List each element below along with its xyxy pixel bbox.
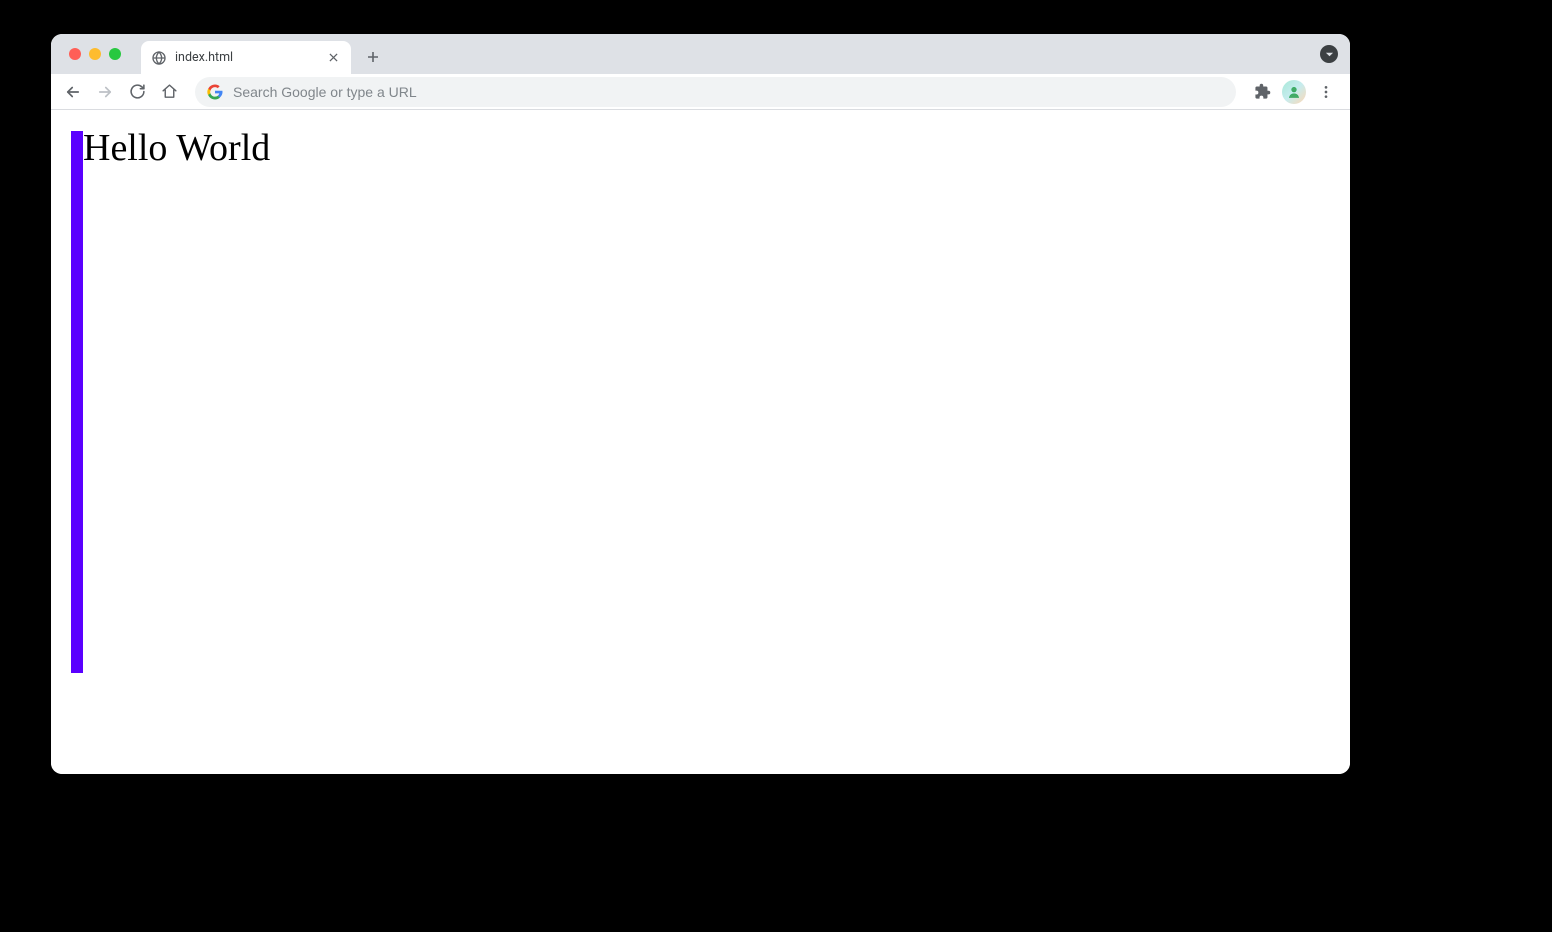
tab-search-button[interactable] <box>1320 45 1338 63</box>
new-tab-button[interactable] <box>359 43 387 71</box>
globe-icon <box>151 50 167 66</box>
browser-window: index.html <box>51 34 1350 774</box>
window-minimize-button[interactable] <box>89 48 101 60</box>
page-viewport: Hello World <box>51 110 1350 774</box>
page-content-row: Hello World <box>71 131 1330 673</box>
tab-strip: index.html <box>51 34 1350 74</box>
google-icon <box>207 84 223 100</box>
browser-tab[interactable]: index.html <box>141 41 351 74</box>
window-close-button[interactable] <box>69 48 81 60</box>
forward-button[interactable] <box>91 78 119 106</box>
tab-close-button[interactable] <box>325 50 341 66</box>
tab-title: index.html <box>175 50 325 65</box>
page-body: Hello World <box>51 110 1350 774</box>
tab-strip-right <box>1320 34 1338 74</box>
address-bar[interactable] <box>195 77 1236 107</box>
profile-avatar[interactable] <box>1282 80 1306 104</box>
window-maximize-button[interactable] <box>109 48 121 60</box>
reload-button[interactable] <box>123 78 151 106</box>
menu-button[interactable] <box>1312 78 1340 106</box>
window-controls <box>61 34 141 74</box>
home-button[interactable] <box>155 78 183 106</box>
browser-toolbar <box>51 74 1350 110</box>
page-heading: Hello World <box>83 129 270 169</box>
accent-bar <box>71 131 83 673</box>
back-button[interactable] <box>59 78 87 106</box>
toolbar-right <box>1248 78 1342 106</box>
extensions-button[interactable] <box>1248 78 1276 106</box>
address-input[interactable] <box>233 84 1224 100</box>
